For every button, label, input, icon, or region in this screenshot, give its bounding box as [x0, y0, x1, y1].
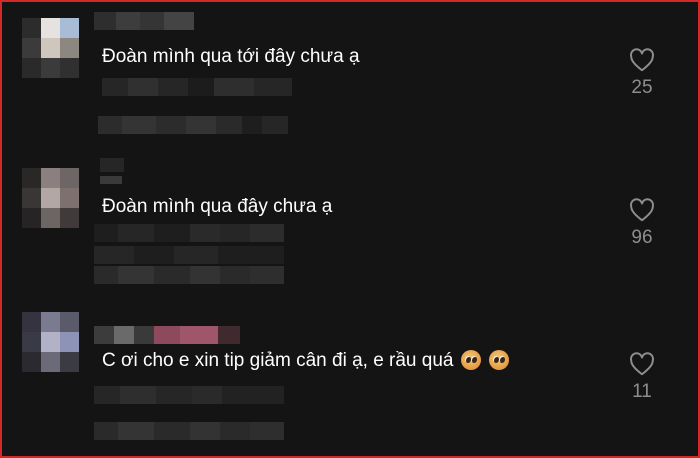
like-button[interactable]: 25	[614, 48, 670, 99]
heart-outline-icon	[630, 48, 654, 72]
comment-item: Đoàn mình qua tới đây chưa ạ 25	[2, 2, 698, 152]
like-count: 25	[631, 77, 653, 98]
comment-text: Đoàn mình qua tới đây chưa ạ	[102, 46, 360, 67]
comment-meta-redacted	[94, 386, 284, 404]
heart-outline-icon	[630, 198, 654, 222]
avatar[interactable]	[22, 312, 80, 374]
like-button[interactable]: 96	[614, 198, 670, 249]
view-replies-redacted[interactable]	[98, 116, 288, 134]
comment-meta-redacted	[94, 246, 284, 264]
comment-text: C ơi cho e xin tip giảm cân đi ạ, e rầu …	[102, 350, 510, 372]
username-redacted[interactable]	[94, 12, 194, 30]
comment-item: Đoàn mình qua đây chưa ạ 96	[2, 152, 698, 302]
avatar[interactable]	[22, 168, 80, 230]
view-replies-redacted[interactable]	[94, 266, 284, 284]
comment-item: C ơi cho e xin tip giảm cân đi ạ, e rầu …	[2, 302, 698, 452]
heart-outline-icon	[630, 352, 654, 376]
comment-text: Đoàn mình qua đây chưa ạ	[102, 196, 333, 217]
like-button[interactable]: 11	[614, 352, 670, 403]
like-count: 11	[632, 381, 652, 402]
comment-list: Đoàn mình qua tới đây chưa ạ 25 Đoàn mìn…	[0, 0, 700, 458]
username-redacted[interactable]	[94, 326, 240, 344]
username-redacted[interactable]	[100, 158, 124, 190]
pleading-face-icon	[461, 350, 482, 370]
pleading-face-icon	[489, 350, 510, 370]
like-count: 96	[631, 227, 653, 248]
view-replies-redacted[interactable]	[94, 422, 284, 440]
avatar[interactable]	[22, 18, 80, 80]
comment-meta-redacted	[102, 78, 292, 96]
comment-meta-redacted	[94, 224, 284, 242]
